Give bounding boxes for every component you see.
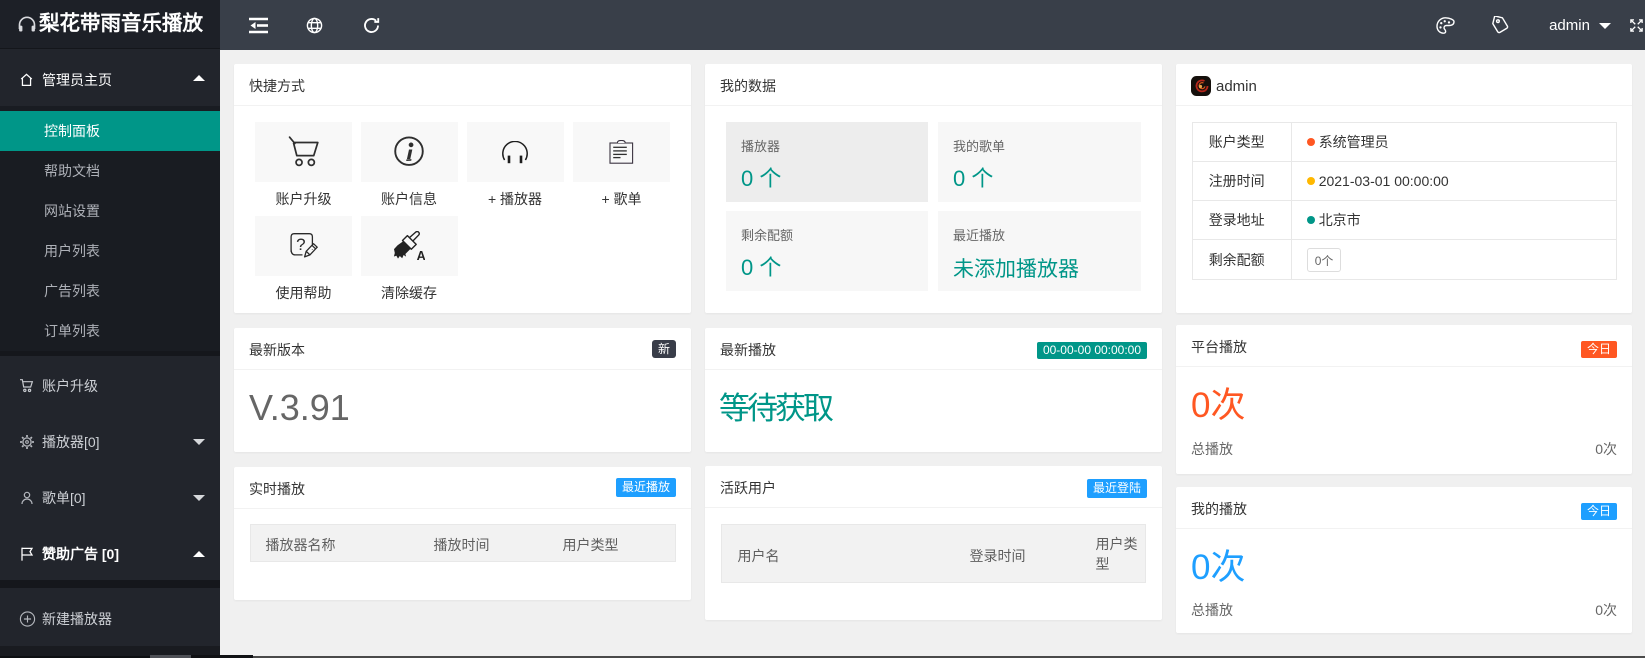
svg-text:?: ? <box>296 235 305 254</box>
svg-text:A: A <box>417 249 425 261</box>
